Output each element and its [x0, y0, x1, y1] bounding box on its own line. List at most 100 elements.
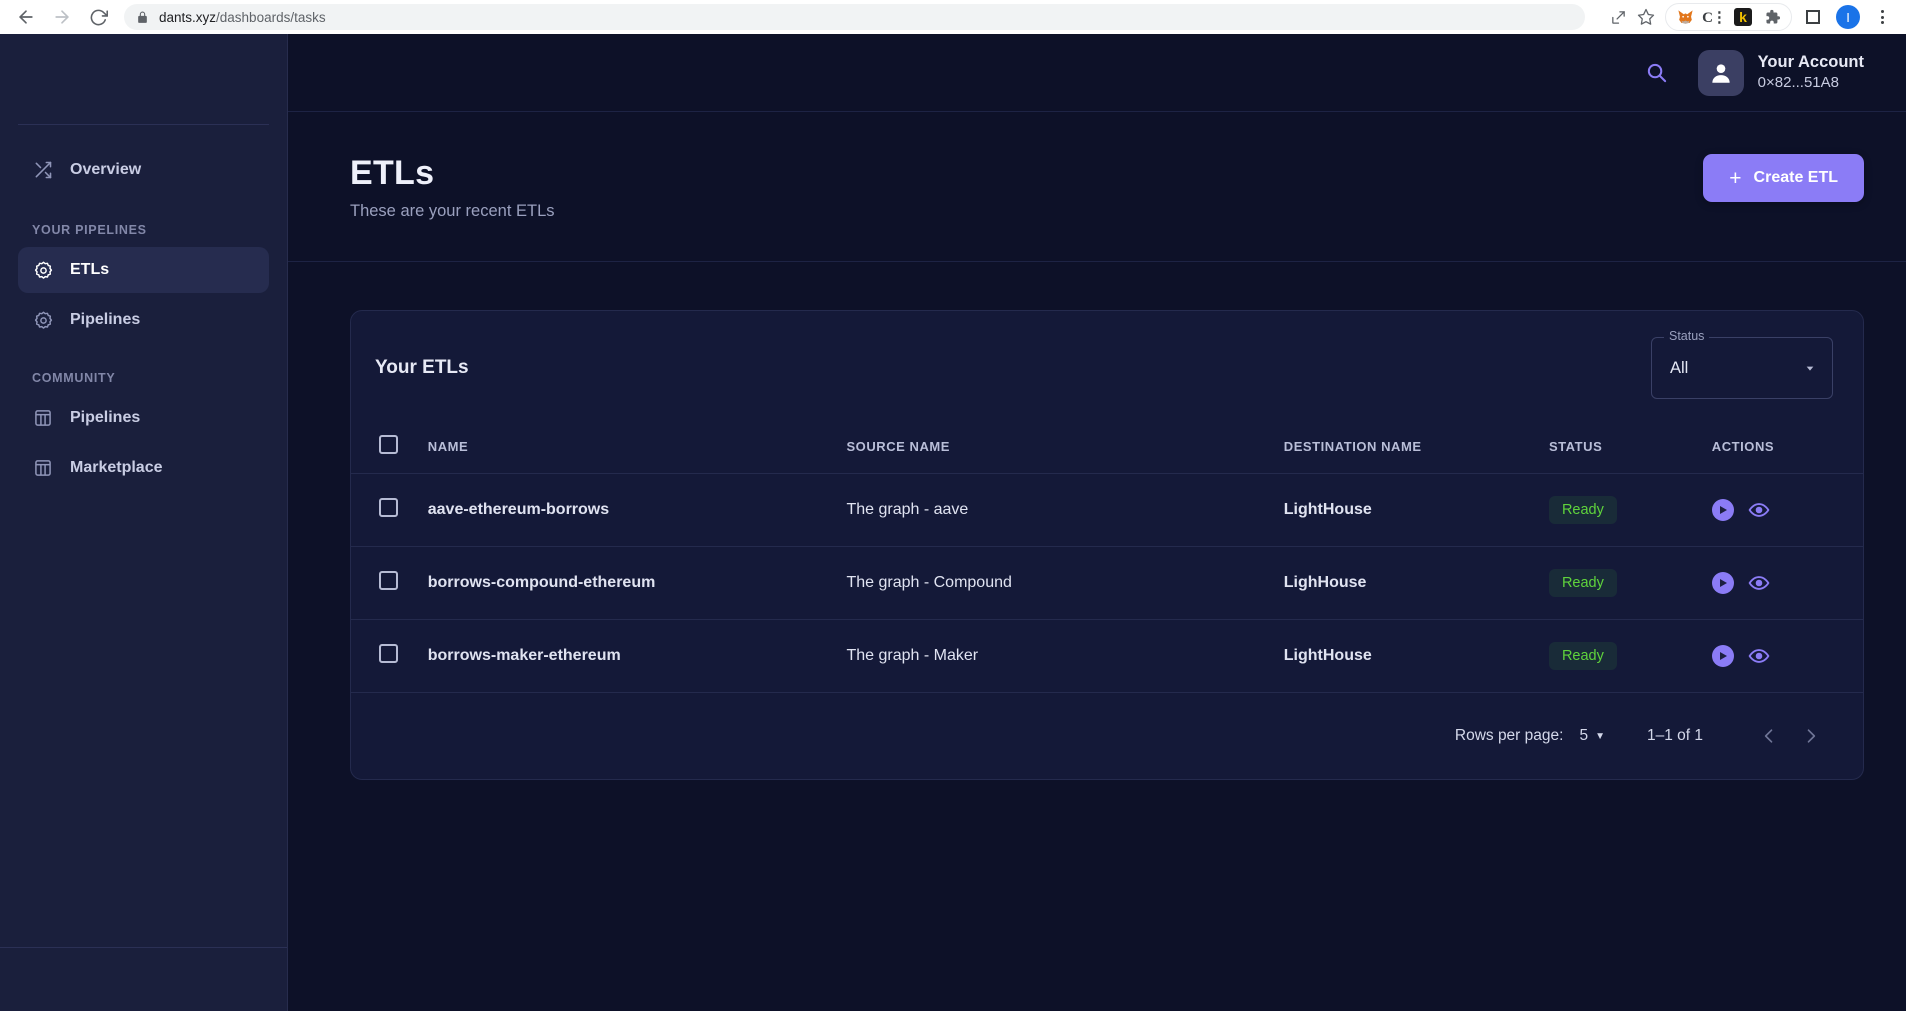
- row-checkbox[interactable]: [379, 498, 398, 517]
- content-area: Your ETLs Status All NAME SOURCE NAME DE…: [288, 262, 1906, 1011]
- chevron-down-icon: [1802, 360, 1818, 376]
- sidebar-section-community: COMMUNITY: [32, 371, 116, 385]
- status-filter[interactable]: Status All: [1651, 329, 1833, 399]
- page-title: ETLs: [350, 154, 435, 192]
- row-destination-name: LightHouse: [1283, 473, 1549, 547]
- status-badge: Ready: [1548, 496, 1617, 524]
- row-actions: [1711, 499, 1863, 521]
- row-checkbox-cell: [351, 546, 428, 620]
- status-filter-label: Status: [1664, 329, 1710, 343]
- browser-profile-avatar[interactable]: I: [1836, 5, 1860, 29]
- card-header: Your ETLs Status All: [351, 311, 1863, 421]
- status-filter-select[interactable]: All: [1651, 337, 1833, 399]
- sidebar: Overview YOUR PIPELINES ETLs Pipelines C…: [0, 34, 288, 1011]
- metamask-extension-icon[interactable]: [1672, 4, 1698, 30]
- row-name: borrows-compound-ethereum: [427, 546, 847, 620]
- etls-table: NAME SOURCE NAME DESTINATION NAME STATUS…: [351, 421, 1863, 693]
- row-source-name: The graph - Maker: [846, 619, 1284, 693]
- keplr-extension-icon[interactable]: k: [1730, 4, 1756, 30]
- kebab-menu-icon[interactable]: [1868, 3, 1896, 31]
- rows-per-page-label: Rows per page:: [1454, 727, 1564, 744]
- select-all-checkbox[interactable]: [379, 435, 398, 454]
- table-body: aave-ethereum-borrows The graph - aave L…: [351, 473, 1863, 693]
- column-header-name[interactable]: NAME: [427, 421, 847, 474]
- view-icon[interactable]: [1748, 499, 1770, 521]
- row-status-cell: Ready: [1548, 619, 1712, 693]
- table-icon: [32, 407, 54, 429]
- row-actions: [1711, 645, 1863, 667]
- select-all-header: [351, 421, 428, 474]
- view-icon[interactable]: [1748, 645, 1770, 667]
- side-panel-icon[interactable]: [1800, 4, 1826, 30]
- table-head: NAME SOURCE NAME DESTINATION NAME STATUS…: [351, 421, 1863, 474]
- table-pagination: Rows per page: 5 ▼ 1–1 of 1: [351, 693, 1863, 779]
- row-checkbox-cell: [351, 473, 428, 547]
- url-domain: dants.xyz: [159, 9, 217, 25]
- row-actions-cell: [1711, 546, 1863, 620]
- status-filter-value: All: [1670, 358, 1689, 377]
- page-subtitle: These are your recent ETLs: [350, 202, 555, 220]
- row-destination-name: LightHouse: [1283, 619, 1549, 693]
- account-text: Your Account 0×82...51A8: [1758, 52, 1864, 94]
- column-header-destination-name[interactable]: DESTINATION NAME: [1283, 421, 1549, 474]
- row-name: borrows-maker-ethereum: [427, 619, 847, 693]
- c-extension-icon[interactable]: C⋮: [1701, 4, 1727, 30]
- app-shell: Overview YOUR PIPELINES ETLs Pipelines C…: [0, 34, 1906, 1011]
- pagination-range: 1–1 of 1: [1646, 727, 1703, 744]
- table-row[interactable]: borrows-maker-ethereum The graph - Maker…: [351, 619, 1863, 693]
- sidebar-item-pipelines[interactable]: Pipelines: [18, 297, 269, 343]
- row-checkbox[interactable]: [379, 571, 398, 590]
- status-badge: Ready: [1548, 569, 1617, 597]
- sidebar-item-community-pipelines[interactable]: Pipelines: [18, 395, 269, 441]
- star-icon[interactable]: [1633, 4, 1659, 30]
- next-page-button[interactable]: [1793, 718, 1829, 754]
- rows-per-page-select[interactable]: 5 ▼: [1579, 727, 1605, 745]
- shuffle-icon: [32, 159, 54, 181]
- sidebar-footer: [0, 948, 287, 1011]
- avatar: [1697, 49, 1744, 96]
- table-header-row: NAME SOURCE NAME DESTINATION NAME STATUS…: [351, 421, 1863, 474]
- run-icon[interactable]: [1711, 645, 1734, 667]
- etls-card: Your ETLs Status All NAME SOURCE NAME DE…: [350, 310, 1864, 780]
- row-source-name: The graph - aave: [846, 473, 1284, 547]
- omnibox-actions: C⋮ k I: [1597, 3, 1896, 31]
- table-row[interactable]: borrows-compound-ethereum The graph - Co…: [351, 546, 1863, 620]
- sidebar-item-etls[interactable]: ETLs: [18, 247, 269, 293]
- gear-sun-icon: [32, 309, 54, 331]
- sidebar-item-label: Overview: [70, 161, 142, 178]
- account-menu[interactable]: Your Account 0×82...51A8: [1697, 49, 1864, 96]
- account-address: 0×82...51A8: [1757, 74, 1839, 92]
- view-icon[interactable]: [1748, 572, 1770, 594]
- sidebar-item-label: Marketplace: [70, 459, 163, 476]
- create-etl-label: Create ETL: [1753, 169, 1838, 186]
- rows-per-page-value: 5: [1579, 727, 1589, 744]
- row-name: aave-ethereum-borrows: [427, 473, 847, 547]
- column-header-actions: ACTIONS: [1711, 421, 1863, 474]
- account-name: Your Account: [1757, 52, 1864, 71]
- browser-reload-button[interactable]: [82, 2, 114, 32]
- column-header-status[interactable]: STATUS: [1548, 421, 1712, 474]
- column-header-source-name[interactable]: SOURCE NAME: [846, 421, 1284, 474]
- extensions-pill: C⋮ k: [1665, 3, 1792, 31]
- create-etl-button[interactable]: + Create ETL: [1703, 154, 1864, 202]
- sidebar-section-your-pipelines: YOUR PIPELINES: [32, 223, 147, 237]
- search-icon[interactable]: [1642, 58, 1672, 88]
- lock-icon: [136, 11, 149, 24]
- sidebar-item-marketplace[interactable]: Marketplace: [18, 445, 269, 491]
- main-content: Your Account 0×82...51A8 ETLs These are …: [288, 34, 1906, 1011]
- table-row[interactable]: aave-ethereum-borrows The graph - aave L…: [351, 473, 1863, 547]
- run-icon[interactable]: [1711, 572, 1734, 594]
- sidebar-item-overview[interactable]: Overview: [18, 147, 269, 193]
- address-bar[interactable]: dants.xyz/dashboards/tasks: [124, 4, 1585, 30]
- extensions-puzzle-icon[interactable]: [1759, 4, 1785, 30]
- table-icon: [32, 457, 54, 479]
- previous-page-button[interactable]: [1751, 718, 1787, 754]
- address-bar-url: dants.xyz/dashboards/tasks: [159, 10, 326, 25]
- browser-back-button[interactable]: [10, 2, 42, 32]
- plus-icon: +: [1729, 166, 1742, 190]
- row-checkbox[interactable]: [379, 644, 398, 663]
- share-icon[interactable]: [1605, 4, 1631, 30]
- chevron-down-icon: ▼: [1595, 730, 1605, 742]
- browser-forward-button[interactable]: [46, 2, 78, 32]
- run-icon[interactable]: [1711, 499, 1734, 521]
